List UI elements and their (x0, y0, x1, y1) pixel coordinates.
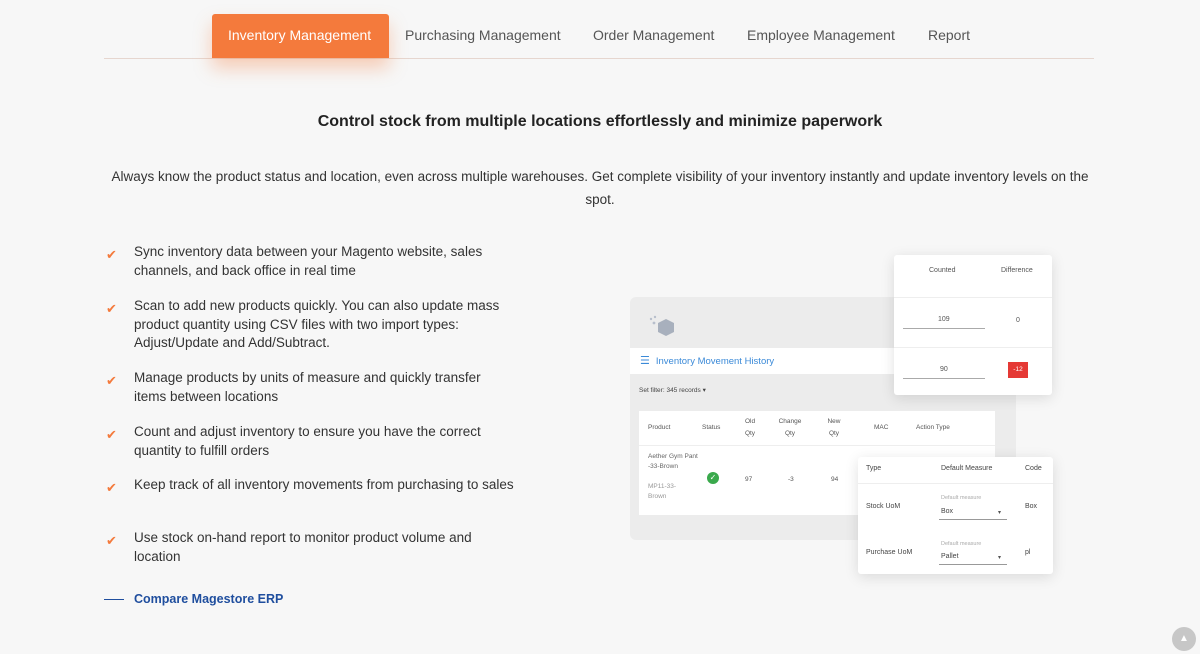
counted-card: Counted Difference 109 0 90 -12 (894, 255, 1052, 395)
difference-value: 0 (1016, 317, 1020, 324)
caret-down-icon: ▾ (998, 555, 1002, 561)
feature-item: ✔ Use stock on-hand report to monitor pro… (104, 529, 514, 566)
tab-employee-management[interactable]: Employee Management (747, 14, 895, 58)
feature-text: Sync inventory data between your Magento… (134, 244, 483, 278)
uom-type: Stock UoM (866, 503, 901, 510)
new-qty-value: 94 (831, 476, 839, 483)
column-header-new-qty: New Qty (827, 418, 841, 437)
counted-input-underline[interactable] (903, 378, 985, 379)
feature-item: ✔ Count and adjust inventory to ensure yo… (104, 423, 514, 460)
column-header-old-qty: Old Qty (744, 418, 756, 437)
difference-header: Difference (1001, 267, 1033, 274)
check-icon: ✔ (106, 533, 117, 548)
movement-history-header: ☰ Inventory Movement History (630, 348, 930, 374)
uom-code: pl (1025, 549, 1031, 556)
counted-header: Counted (929, 267, 956, 274)
feature-item: ✔ Sync inventory data between your Magent… (104, 243, 514, 280)
section-description: Always know the product status and locat… (111, 169, 1089, 207)
divider (894, 297, 1052, 298)
product-sku: MP11-33-Brown (648, 483, 677, 500)
tab-report[interactable]: Report (928, 14, 970, 58)
movement-history-title: Inventory Movement History (655, 356, 775, 367)
feature-item: ✔ Keep track of all inventory movements f… (104, 476, 514, 495)
default-measure-label: Default measure (941, 541, 982, 547)
feature-text: Use stock on-hand report to monitor prod… (134, 530, 472, 564)
counted-value: 109 (938, 316, 950, 323)
feature-item: ✔ Manage products by units of measure and… (104, 369, 514, 406)
check-icon: ✔ (106, 427, 117, 442)
divider (639, 445, 995, 446)
product-name: Aether Gym Pant -33-Brown (648, 453, 698, 470)
feature-text: Keep track of all inventory movements fr… (134, 477, 514, 492)
column-header-status: Status (702, 424, 721, 431)
check-icon: ✔ (106, 480, 117, 495)
caret-down-icon: ▾ (998, 510, 1002, 516)
feature-item: ✔ Scan to add new products quickly. You c… (104, 297, 514, 353)
counted-value: 90 (940, 366, 948, 373)
set-filter-dropdown[interactable]: Set filter: 345 records ▾ (639, 386, 706, 394)
chevron-up-icon: ▲ (1179, 633, 1189, 644)
column-header-product: Product (648, 424, 671, 431)
section-headline: Control stock from multiple locations ef… (317, 113, 883, 130)
uom-type: Purchase UoM (866, 549, 913, 556)
uom-code: Box (1025, 503, 1038, 510)
old-qty-value: 97 (745, 476, 753, 483)
default-measure-select[interactable]: Box (941, 508, 953, 515)
cube-logo-icon (649, 315, 674, 336)
compare-line (104, 599, 124, 601)
compare-label: Compare Magestore ERP (134, 592, 284, 606)
check-icon: ✔ (106, 247, 117, 262)
select-underline (939, 519, 1007, 520)
scroll-to-top-button[interactable]: ▲ (1172, 627, 1196, 651)
menu-icon[interactable]: ☰ (640, 355, 650, 367)
uom-default-header: Default Measure (941, 465, 993, 472)
column-header-action-type: Action Type (916, 424, 950, 431)
select-underline (939, 564, 1007, 565)
tab-bar: Inventory Management Purchasing Manageme… (104, 14, 1094, 59)
default-measure-select[interactable]: Pallet (941, 553, 959, 560)
column-header-mac: MAC (874, 424, 889, 431)
column-header-change-qty: Change Qty (778, 418, 802, 437)
uom-code-header: Code (1025, 465, 1042, 472)
divider (858, 483, 1053, 484)
divider (894, 347, 1052, 348)
feature-text: Count and adjust inventory to ensure you… (134, 424, 481, 458)
check-icon: ✔ (106, 373, 117, 388)
check-circle-icon: ✓ (707, 472, 719, 484)
check-icon: ✔ (106, 301, 117, 316)
default-measure-label: Default measure (941, 495, 982, 501)
caret-down-icon: ▾ (702, 387, 706, 394)
counted-input-underline[interactable] (903, 328, 985, 329)
feature-text: Manage products by units of measure and … (134, 370, 481, 404)
uom-type-header: Type (866, 465, 882, 472)
set-filter-label: Set filter: 345 records (639, 387, 701, 394)
compare-link[interactable]: Compare Magestore ERP (104, 592, 283, 606)
change-qty-value: -3 (788, 476, 794, 483)
tab-order-management[interactable]: Order Management (593, 14, 714, 58)
feature-text: Scan to add new products quickly. You ca… (134, 298, 500, 350)
tab-inventory-management[interactable]: Inventory Management (212, 14, 389, 58)
uom-card: Type Default Measure Code Stock UoM Defa… (858, 457, 1053, 574)
difference-negative-badge: -12 (1008, 362, 1028, 378)
tab-purchasing-management[interactable]: Purchasing Management (405, 14, 561, 58)
